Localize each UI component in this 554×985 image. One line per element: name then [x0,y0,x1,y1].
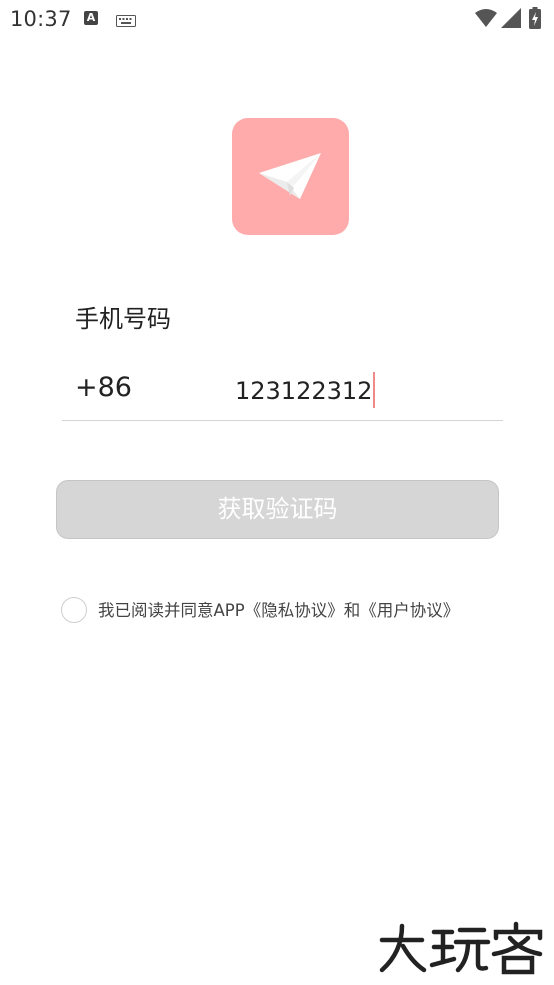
agreement-and: 和 [343,601,361,620]
text-cursor [373,372,376,408]
country-code-selector[interactable]: +86 [75,372,132,403]
get-verification-code-button[interactable]: 获取验证码 [56,480,499,539]
text-a-icon: A [84,11,98,25]
login-screen: 10:37 A 手机号码 +86 123122312 获取验证码 我已阅读并同意… [0,0,554,985]
wifi-icon [475,8,497,32]
paper-plane-icon [232,118,349,235]
status-bar: 10:37 A [0,0,554,38]
agreement-prefix: 我已阅读并同意APP [98,601,245,620]
app-logo [232,118,349,235]
user-agreement-link[interactable]: 《用户协议》 [360,601,459,620]
status-time: 10:37 [10,7,72,31]
agreement-text: 我已阅读并同意APP《隐私协议》和《用户协议》 [98,597,459,621]
phone-number-label: 手机号码 [75,305,171,333]
privacy-agreement-link[interactable]: 《隐私协议》 [245,601,344,620]
watermark-logo [376,920,548,980]
battery-charging-icon [529,7,541,33]
phone-number-input[interactable]: 123122312 [235,370,500,412]
signal-icon [501,8,521,32]
phone-number-value: 123122312 [235,377,373,405]
agreement-checkbox[interactable] [61,597,87,623]
keyboard-icon [116,12,136,31]
input-underline [62,420,503,421]
